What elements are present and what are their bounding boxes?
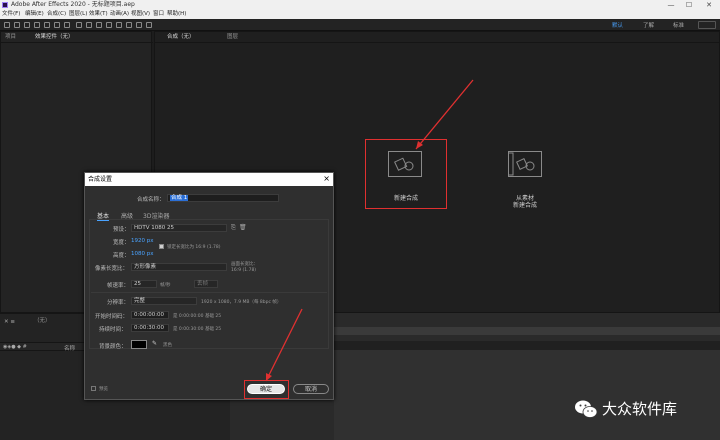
lock-aspect-checkbox[interactable]	[159, 244, 164, 249]
duration-info: 是 0:00:30:00 基础 25	[173, 327, 222, 332]
height-value[interactable]: 1080 px	[131, 251, 154, 257]
dialog-titlebar: 合成设置 ×	[85, 173, 333, 186]
menu-view[interactable]: 视图(V)	[131, 10, 150, 19]
tools-toolbar: 默认 了解 标准	[0, 19, 720, 31]
timeline-menu-icon[interactable]: ✕ ≡	[4, 319, 15, 325]
menu-window[interactable]: 窗口	[153, 10, 164, 19]
new-composition-from-footage-icon[interactable]	[502, 151, 542, 177]
resolution-label: 分辨率：	[107, 300, 130, 306]
width-label: 宽度：	[113, 240, 130, 246]
start-timecode-input[interactable]: 0:00:00:00	[131, 311, 169, 319]
brush-tool-icon[interactable]	[106, 22, 112, 28]
after-effects-logo-icon	[2, 2, 8, 8]
search-help-input[interactable]	[698, 21, 716, 29]
tab-layer[interactable]: 图层	[227, 33, 238, 41]
background-color-name: 黑色	[163, 343, 172, 348]
cancel-button[interactable]: 取消	[293, 384, 329, 394]
preview-checkbox[interactable]	[91, 386, 96, 391]
minimize-button[interactable]: —	[664, 0, 678, 10]
rectangle-tool-icon[interactable]	[76, 22, 82, 28]
pan-behind-tool-icon[interactable]	[64, 22, 70, 28]
start-timecode-info: 是 0:00:00:00 基础 25	[173, 314, 222, 319]
width-value[interactable]: 1920 px	[131, 238, 154, 244]
wechat-icon	[575, 400, 598, 418]
tab-composition[interactable]: 合成（无）	[167, 33, 195, 41]
delete-preset-icon[interactable]: 🗑	[239, 224, 247, 231]
work-area-bar[interactable]	[334, 341, 720, 350]
maximize-button[interactable]: ☐	[682, 0, 696, 10]
switches-icons[interactable]: ◉◈● ◆ #	[3, 344, 27, 350]
preset-select[interactable]: HDTV 1080 25	[131, 224, 227, 232]
menu-animation[interactable]: 动画(A)	[110, 10, 129, 19]
workspace-standard[interactable]: 标准	[673, 21, 684, 29]
comp-name-input[interactable]: 合成 1	[167, 194, 279, 202]
framerate-select[interactable]: 25	[131, 280, 157, 288]
save-preset-icon[interactable]: ⎘	[231, 224, 236, 232]
clone-stamp-tool-icon[interactable]	[116, 22, 122, 28]
background-color-label: 背景颜色：	[99, 344, 127, 350]
menu-composition[interactable]: 合成(C)	[47, 10, 66, 19]
framerate-label: 帧速率：	[107, 283, 130, 289]
lock-aspect-label: 锁定长宽比为 16:9 (1.78)	[167, 245, 221, 250]
type-tool-icon[interactable]	[96, 22, 102, 28]
menu-effect[interactable]: 效果(T)	[89, 10, 108, 19]
tab-effect-controls[interactable]: 效果控件（无）	[35, 33, 74, 41]
duration-input[interactable]: 0:00:30:00	[131, 324, 169, 332]
eraser-tool-icon[interactable]	[126, 22, 132, 28]
preview-label: 预览	[99, 387, 108, 392]
menu-edit[interactable]: 编辑(E)	[25, 10, 44, 19]
watermark-text: 大众软件库	[602, 400, 678, 418]
camera-tool-icon[interactable]	[54, 22, 60, 28]
watermark: 大众软件库	[572, 394, 712, 424]
menu-file[interactable]: 文件(F)	[2, 10, 20, 19]
tab-timeline[interactable]: （无）	[34, 317, 51, 325]
time-ruler[interactable]	[334, 327, 720, 335]
start-timecode-label: 开始时间码：	[95, 314, 129, 320]
comp-name-label: 合成名称：	[137, 197, 165, 203]
eyedropper-icon[interactable]: ✎	[152, 340, 157, 347]
rotate-tool-icon[interactable]	[44, 22, 50, 28]
resolution-select[interactable]: 完整	[131, 297, 197, 305]
preset-label: 预设：	[113, 227, 130, 233]
menu-bar: 文件(F) 编辑(E) 合成(C) 图层(L) 效果(T) 动画(A) 视图(V…	[0, 10, 720, 19]
highlight-box	[244, 380, 289, 399]
window-title: Adobe After Effects 2020 - 无标题项目.aep	[11, 1, 135, 8]
composition-settings-dialog: 合成设置 × 合成名称： 合成 1 基本 高级 3D渲染器 预设： HDTV 1…	[84, 172, 334, 400]
pixel-aspect-select[interactable]: 方形像素	[131, 263, 227, 271]
dialog-close-button[interactable]: ×	[323, 173, 330, 185]
hand-tool-icon[interactable]	[24, 22, 30, 28]
background-color-swatch[interactable]	[131, 340, 147, 349]
drop-frame-select[interactable]: 丢帧	[194, 280, 218, 288]
roto-brush-tool-icon[interactable]	[136, 22, 142, 28]
resolution-info: 1920 x 1080，7.9 MB（每 8bpc 帧）	[201, 300, 282, 305]
highlight-box	[365, 139, 447, 209]
pen-tool-icon[interactable]	[86, 22, 92, 28]
panel-divider	[155, 42, 720, 43]
dialog-title: 合成设置	[88, 176, 113, 183]
column-name[interactable]: 名称	[64, 344, 75, 352]
framerate-unit: 帧/秒	[160, 283, 171, 288]
panel-divider	[1, 42, 153, 43]
height-label: 高度：	[113, 253, 130, 259]
workspace-learn[interactable]: 了解	[643, 21, 654, 29]
tab-project[interactable]: 项目	[5, 33, 16, 41]
duration-label: 持续时间：	[99, 327, 127, 333]
close-window-button[interactable]: ✕	[702, 0, 716, 10]
workspace-default[interactable]: 默认	[612, 21, 623, 29]
from-footage-label-line2[interactable]: 新建合成	[495, 200, 555, 209]
frame-aspect-label: 画面长宽比：	[231, 262, 258, 267]
title-bar: Adobe After Effects 2020 - 无标题项目.aep — ☐…	[0, 0, 720, 10]
selection-tool-icon[interactable]	[14, 22, 20, 28]
menu-help[interactable]: 帮助(H)	[167, 10, 186, 19]
home-tool-icon[interactable]	[4, 22, 10, 28]
pixel-aspect-label: 像素长宽比：	[95, 266, 129, 272]
frame-aspect-value: 16:9 (1.78)	[231, 268, 257, 273]
puppet-tool-icon[interactable]	[146, 22, 152, 28]
divider	[91, 292, 327, 293]
menu-layer[interactable]: 图层(L)	[69, 10, 87, 19]
zoom-tool-icon[interactable]	[34, 22, 40, 28]
